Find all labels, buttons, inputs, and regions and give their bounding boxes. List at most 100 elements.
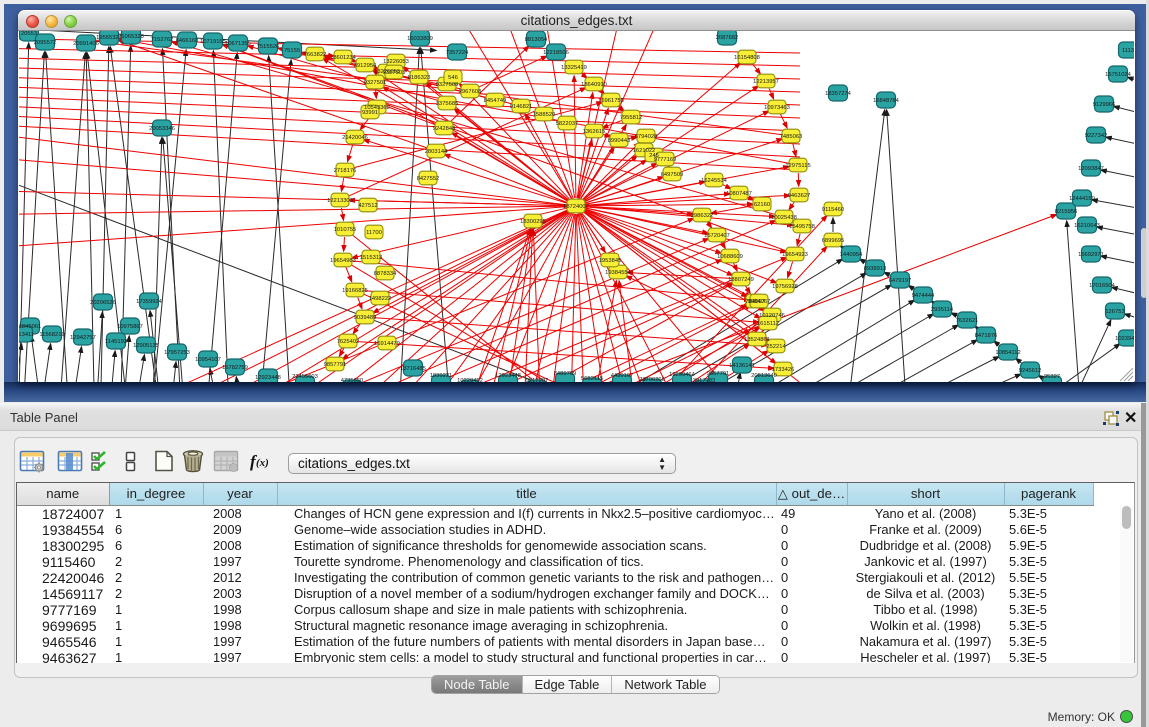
svg-text:2935114: 2935114 — [931, 307, 954, 313]
svg-text:12213303: 12213303 — [327, 198, 353, 204]
svg-text:19299464: 19299464 — [669, 372, 696, 378]
svg-text:9777169: 9777169 — [654, 157, 677, 163]
svg-text:95327: 95327 — [1044, 374, 1060, 380]
svg-text:20553: 20553 — [21, 31, 37, 37]
svg-text:62160: 62160 — [754, 202, 770, 208]
svg-text:8878334: 8878334 — [374, 271, 397, 277]
svg-text:10120746: 10120746 — [759, 313, 785, 319]
svg-text:20813640: 20813640 — [751, 373, 777, 379]
svg-text:12975115: 12975115 — [785, 163, 810, 169]
svg-text:1145193: 1145193 — [105, 339, 127, 345]
svg-text:8427552: 8427552 — [417, 176, 440, 182]
svg-text:7152762: 7152762 — [151, 37, 174, 43]
svg-text:12093847: 12093847 — [1078, 166, 1104, 172]
svg-text:16961758: 16961758 — [598, 98, 624, 104]
svg-text:8938913: 8938913 — [864, 266, 887, 272]
svg-text:15751024: 15751024 — [1105, 72, 1132, 78]
svg-text:9327503: 9327503 — [383, 70, 406, 76]
svg-text:10973463: 10973463 — [764, 105, 790, 111]
svg-text:7632621: 7632621 — [956, 318, 979, 324]
svg-text:12923448: 12923448 — [255, 375, 281, 381]
svg-text:1733426: 1733426 — [772, 367, 795, 373]
svg-text:17359924: 17359924 — [136, 299, 163, 305]
svg-text:1615112: 1615112 — [757, 321, 779, 327]
svg-text:18640910: 18640910 — [581, 82, 607, 88]
svg-text:7955812: 7955812 — [620, 115, 643, 121]
svg-text:11700: 11700 — [366, 230, 382, 236]
svg-text:16154808: 16154808 — [734, 55, 760, 61]
svg-text:2718176: 2718176 — [334, 168, 357, 174]
svg-text:9857791: 9857791 — [707, 371, 730, 377]
svg-text:10954107: 10954107 — [195, 357, 221, 363]
svg-text:8489709: 8489709 — [554, 371, 577, 377]
svg-text:16033809: 16033809 — [407, 36, 433, 42]
svg-text:19654983: 19654983 — [330, 258, 356, 264]
svg-text:12905135: 12905135 — [133, 343, 159, 349]
svg-text:9463627: 9463627 — [788, 193, 811, 199]
svg-text:21065328: 21065328 — [118, 34, 144, 40]
svg-text:17016504: 17016504 — [1089, 283, 1116, 289]
svg-text:9115460: 9115460 — [822, 207, 844, 213]
svg-text:2967608: 2967608 — [459, 89, 482, 95]
svg-text:9129966: 9129966 — [1093, 102, 1116, 108]
svg-text:20206526: 20206526 — [90, 300, 116, 306]
svg-text:4735650: 4735650 — [341, 378, 364, 382]
svg-text:18357274: 18357274 — [825, 91, 852, 97]
svg-text:9217207: 9217207 — [526, 378, 549, 382]
svg-text:16914479: 16914479 — [374, 341, 400, 347]
svg-text:9146821: 9146821 — [510, 104, 533, 110]
svg-text:15720407: 15720407 — [704, 233, 730, 239]
svg-text:20053346: 20053346 — [149, 126, 175, 132]
svg-text:7663822: 7663822 — [304, 52, 327, 58]
svg-text:18807249: 18807249 — [728, 277, 754, 283]
svg-text:2087682: 2087682 — [716, 35, 739, 41]
svg-text:13226053: 13226053 — [383, 59, 409, 65]
svg-text:8813054: 8813054 — [525, 37, 548, 43]
svg-text:2803144: 2803144 — [425, 149, 448, 155]
svg-text:9245612: 9245612 — [1019, 368, 1042, 374]
svg-text:11568219: 11568219 — [39, 332, 64, 338]
svg-text:9084067: 9084067 — [748, 299, 771, 305]
svg-text:19654923: 19654923 — [782, 252, 808, 258]
svg-text:10239432: 10239432 — [1115, 336, 1134, 342]
svg-text:1588520: 1588520 — [533, 112, 556, 118]
svg-text:12942757: 12942757 — [70, 335, 96, 341]
svg-text:93991: 93991 — [362, 110, 378, 116]
svg-text:19756928: 19756928 — [772, 284, 798, 290]
svg-text:75155: 75155 — [284, 48, 300, 54]
svg-text:1839221: 1839221 — [430, 373, 453, 379]
svg-text:10719155: 10719155 — [200, 39, 226, 45]
svg-text:7625402: 7625402 — [337, 339, 360, 345]
svg-text:19166825: 19166825 — [342, 288, 368, 294]
svg-text:8454749: 8454749 — [484, 98, 507, 104]
svg-text:5682115: 5682115 — [581, 376, 603, 382]
svg-text:15692971: 15692971 — [1078, 252, 1104, 258]
svg-text:13524861: 13524861 — [744, 337, 770, 343]
svg-text:5822037: 5822037 — [556, 121, 579, 127]
svg-text:16782759: 16782759 — [222, 365, 248, 371]
svg-text:2095572: 2095572 — [34, 40, 57, 46]
svg-text:8471876: 8471876 — [975, 333, 998, 339]
svg-text:19384554: 19384554 — [605, 270, 632, 276]
svg-text:13716485: 13716485 — [400, 366, 426, 372]
svg-text:6899695: 6899695 — [822, 238, 845, 244]
svg-text:20991406: 20991406 — [73, 41, 99, 47]
svg-text:1498222: 1498222 — [369, 296, 392, 302]
svg-text:1440954: 1440954 — [840, 252, 863, 258]
svg-text:10807487: 10807487 — [726, 191, 752, 197]
svg-text:4439167: 4439167 — [611, 373, 634, 379]
svg-text:3917183: 3917183 — [693, 378, 716, 382]
svg-text:21420046: 21420046 — [342, 135, 368, 141]
svg-text:9327508: 9327508 — [436, 82, 459, 88]
svg-text:8186323: 8186323 — [408, 75, 431, 81]
svg-text:427512: 427512 — [358, 203, 377, 209]
svg-text:9327501: 9327501 — [364, 80, 387, 86]
svg-text:1113: 1113 — [1122, 48, 1134, 54]
svg-text:8990443: 8990443 — [608, 138, 631, 144]
svg-text:18300295: 18300295 — [520, 219, 546, 225]
svg-text:10228452: 10228452 — [457, 378, 483, 382]
svg-text:126753: 126753 — [1105, 309, 1124, 315]
svg-text:10671355: 10671355 — [225, 41, 251, 47]
svg-text:10688609: 10688609 — [717, 254, 743, 260]
svg-text:7485063: 7485063 — [780, 134, 803, 140]
